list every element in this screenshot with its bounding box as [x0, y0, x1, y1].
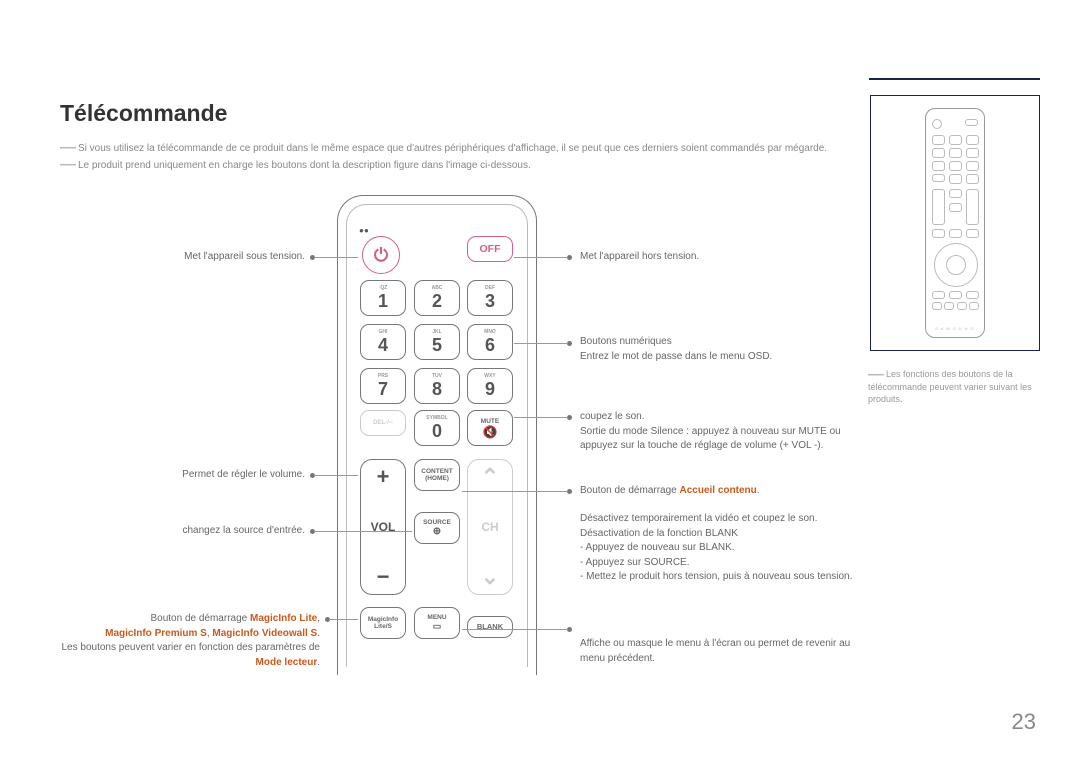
volume-rocker: + VOL −: [360, 459, 406, 595]
blank-button: BLANK: [467, 616, 513, 638]
key-6: MNO6: [467, 324, 513, 360]
channel-rocker: ⌃ CH ⌄: [467, 459, 513, 595]
key-1: ·QZ1: [360, 280, 406, 316]
side-note: ―Les fonctions des boutons de la télécom…: [868, 368, 1040, 406]
callout-menu: Affiche ou masque le menu à l'écran ou p…: [580, 637, 855, 666]
callout-power-off: Met l'appareil hors tension.: [580, 250, 840, 265]
ir-dots: ● ●: [359, 226, 368, 235]
key-0: SYMBOL0: [414, 410, 460, 446]
remote-illustration: ● ● ⏻ OFF ·QZ1 ABC2 DEF3 GHI4 JKL5 MNO6 …: [337, 195, 537, 675]
thumbnail-frame: S A M S U N G: [870, 95, 1040, 351]
header-rule: [869, 78, 1040, 80]
key-3: DEF3: [467, 280, 513, 316]
key-9: WXY9: [467, 368, 513, 404]
key-del: DEL-/--: [360, 410, 406, 436]
magicinfo-button: MagicInfoLite/S: [360, 607, 406, 639]
callout-volume: Permet de régler le volume.: [60, 468, 305, 483]
callout-magicinfo: Bouton de démarrage MagicInfo Lite, Magi…: [60, 612, 320, 670]
key-5: JKL5: [414, 324, 460, 360]
page-number: 23: [1012, 709, 1036, 735]
content-home-button: CONTENT(HOME): [414, 459, 460, 491]
power-button: ⏻: [362, 236, 400, 274]
mini-remote: S A M S U N G: [925, 108, 985, 338]
callout-blank: Désactivez temporairement la vidéo et co…: [580, 512, 855, 585]
key-7: PRS7: [360, 368, 406, 404]
key-8: TUV8: [414, 368, 460, 404]
menu-button: MENU▭: [414, 607, 460, 639]
key-4: GHI4: [360, 324, 406, 360]
callout-power-on: Met l'appareil sous tension.: [60, 250, 305, 265]
off-button: OFF: [467, 236, 513, 262]
source-button: SOURCE⊕: [414, 512, 460, 544]
callout-source: changez la source d'entrée.: [60, 524, 305, 539]
key-2: ABC2: [414, 280, 460, 316]
callout-content-home: Bouton de démarrage Accueil contenu.: [580, 484, 855, 499]
callout-numeric: Boutons numériquesEntrez le mot de passe…: [580, 335, 855, 364]
callout-mute: coupez le son.Sortie du mode Silence : a…: [580, 410, 855, 454]
key-mute: MUTE 🔇: [467, 410, 513, 446]
